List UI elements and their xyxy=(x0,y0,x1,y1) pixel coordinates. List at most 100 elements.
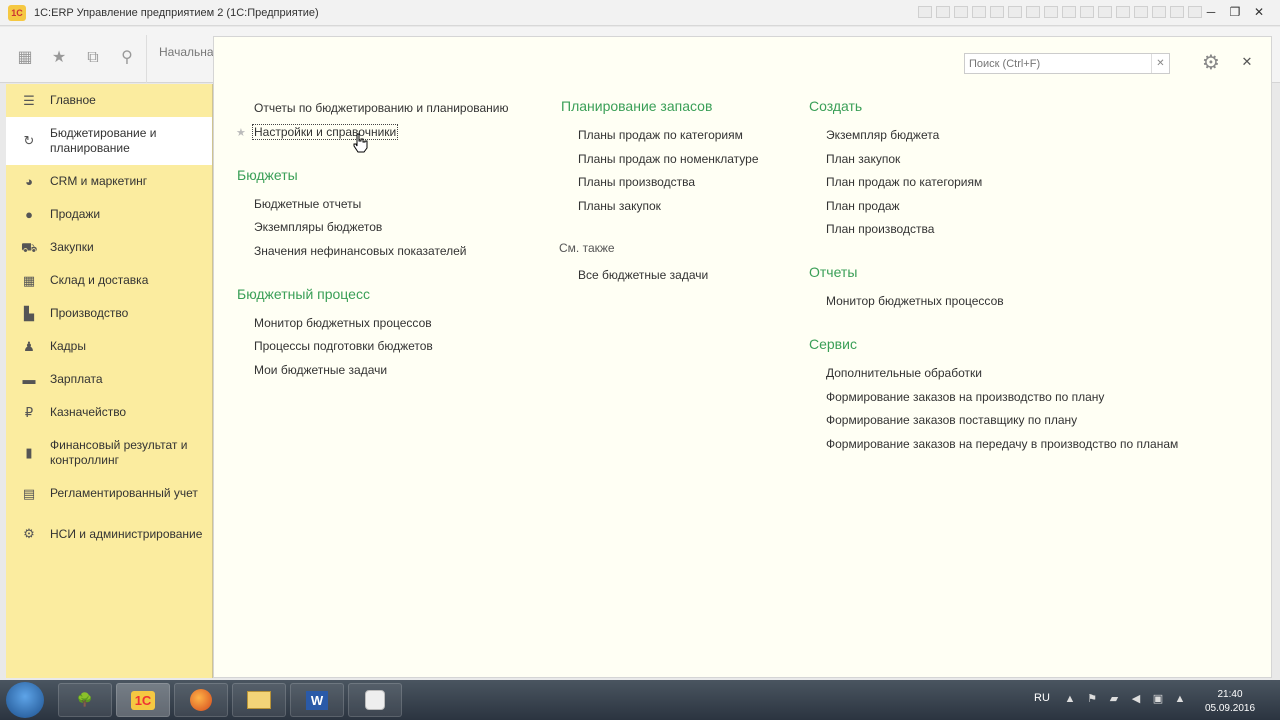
section-create: Создать xyxy=(809,98,863,114)
link-budget-process-monitor[interactable]: Монитор бюджетных процессов xyxy=(254,316,432,330)
taskbar-app-1c-icon[interactable]: 1С xyxy=(116,683,170,717)
sidebar-item-budgeting[interactable]: ↻ Бюджетирование и планирование xyxy=(6,117,212,165)
tool-icon[interactable] xyxy=(1080,6,1094,18)
link-create-sales-plan[interactable]: План продаж xyxy=(826,199,900,213)
clock-date: 05.09.2016 xyxy=(1204,703,1256,714)
sidebar-item-salary[interactable]: ▬ Зарплата xyxy=(6,363,212,396)
link-nonfinancial-values[interactable]: Значения нефинансовых показателей xyxy=(254,244,466,258)
tool-icon[interactable] xyxy=(1152,6,1166,18)
start-button-icon[interactable] xyxy=(6,682,44,718)
cart-icon: ⛟ xyxy=(21,239,38,255)
sidebar-item-label: Кадры xyxy=(50,339,86,353)
sidebar-item-label: Склад и доставка xyxy=(50,273,149,287)
link-purchase-plans[interactable]: Планы закупок xyxy=(578,199,661,213)
sidebar-item-label: Бюджетирование и планирование xyxy=(50,126,157,155)
search-icon[interactable]: ⚲ xyxy=(118,49,136,67)
link-settings-directories[interactable]: Настройки и справочники xyxy=(252,124,399,140)
1c-logo-icon: 1С xyxy=(8,4,26,21)
sidebar-item-finance[interactable]: ▮ Финансовый результат и контроллинг xyxy=(6,429,212,477)
tool-icon[interactable] xyxy=(972,6,986,18)
link-supplier-orders-plan[interactable]: Формирование заказов поставщику по плану xyxy=(826,413,1077,427)
tool-icon[interactable] xyxy=(1008,6,1022,18)
link-budget-reports-list[interactable]: Бюджетные отчеты xyxy=(254,197,361,211)
link-create-production-plan[interactable]: План производства xyxy=(826,222,934,236)
link-budget-reports[interactable]: Отчеты по бюджетированию и планированию xyxy=(254,101,509,115)
link-create-budget-instance[interactable]: Экземпляр бюджета xyxy=(826,128,939,142)
tool-icon[interactable] xyxy=(1170,6,1184,18)
sidebar-item-label: Производство xyxy=(50,306,129,320)
settings-gear-icon[interactable]: ⚙ xyxy=(1199,51,1223,75)
taskbar-app-tree-icon[interactable]: 🌳 xyxy=(58,683,112,717)
sidebar-item-sales[interactable]: ● Продажи xyxy=(6,198,212,231)
clear-search-icon[interactable]: ✕ xyxy=(1151,54,1169,73)
sidebar-item-production[interactable]: ▙ Производство xyxy=(6,297,212,330)
sidebar-item-staff[interactable]: ♟ Кадры xyxy=(6,330,212,363)
taskbar-app-firefox-icon[interactable] xyxy=(174,683,228,717)
sidebar-item-label: Регламентированный учет xyxy=(50,486,198,500)
link-sales-plans-categories[interactable]: Планы продаж по категориям xyxy=(578,128,743,142)
see-also-label: См. также xyxy=(559,241,615,255)
link-my-budget-tasks[interactable]: Мои бюджетные задачи xyxy=(254,363,387,377)
favorite-star-icon[interactable]: ★ xyxy=(236,126,246,139)
tool-icon[interactable] xyxy=(1062,6,1076,18)
window-title: 1С:ERP Управление предприятием 2 (1С:Пре… xyxy=(34,6,319,19)
sidebar-item-admin[interactable]: ⚙ НСИ и администрирование xyxy=(6,510,212,558)
tray-drive-icon[interactable]: ▲ xyxy=(1173,692,1187,706)
accounting-icon: ▤ xyxy=(22,485,36,501)
warehouse-icon: ▦ xyxy=(22,272,36,288)
sidebar-item-crm[interactable]: ◕ CRM и маркетинг xyxy=(6,165,212,198)
sidebar-item-label: CRM и маркетинг xyxy=(50,174,148,188)
tool-icon[interactable] xyxy=(1044,6,1058,18)
link-budget-preparation[interactable]: Процессы подготовки бюджетов xyxy=(254,339,433,353)
window-titlebar: 1С 1С:ERP Управление предприятием 2 (1С:… xyxy=(0,0,1280,26)
close-icon[interactable]: ✕ xyxy=(1248,3,1270,21)
minimize-icon[interactable]: ─ xyxy=(1200,3,1222,21)
tray-device-icon[interactable]: ▣ xyxy=(1151,692,1165,706)
link-all-budget-tasks[interactable]: Все бюджетные задачи xyxy=(578,268,708,282)
tool-icon[interactable] xyxy=(1098,6,1112,18)
link-create-purchase-plan[interactable]: План закупок xyxy=(826,152,900,166)
search-input[interactable] xyxy=(965,54,1149,73)
link-reports-monitor[interactable]: Монитор бюджетных процессов xyxy=(826,294,1004,308)
tray-volume-icon[interactable]: ◀ xyxy=(1129,692,1143,706)
sections-sidebar: ☰ Главное ↻ Бюджетирование и планировани… xyxy=(6,84,213,678)
budget-icon: ↻ xyxy=(23,133,35,148)
system-clock[interactable]: 21:40 05.09.2016 xyxy=(1200,688,1260,716)
taskbar-app-word-icon[interactable]: W xyxy=(290,683,344,717)
apps-grid-icon[interactable]: ▦ xyxy=(16,49,34,67)
taskbar-app-explorer-icon[interactable] xyxy=(232,683,286,717)
tray-expand-icon[interactable]: ▲ xyxy=(1063,692,1077,706)
link-additional-processing[interactable]: Дополнительные обработки xyxy=(826,366,982,380)
tool-icon[interactable] xyxy=(1026,6,1040,18)
taskbar-app-paint-icon[interactable] xyxy=(348,683,402,717)
tool-icon[interactable] xyxy=(936,6,950,18)
sidebar-item-label: Главное xyxy=(50,93,96,107)
salary-icon: ▬ xyxy=(22,371,36,387)
tool-icon[interactable] xyxy=(1116,6,1130,18)
sidebar-item-purchases[interactable]: ⛟ Закупки xyxy=(6,231,212,264)
sidebar-item-main[interactable]: ☰ Главное xyxy=(6,84,212,117)
favorites-star-icon[interactable]: ★ xyxy=(50,49,68,67)
sidebar-item-label: Финансовый результат и контроллинг xyxy=(50,438,188,467)
tray-flag-icon[interactable]: ⚑ xyxy=(1085,692,1099,706)
link-create-sales-plan-categories[interactable]: План продаж по категориям xyxy=(826,175,982,189)
finance-chart-icon: ▮ xyxy=(25,445,33,460)
link-production-orders-plan[interactable]: Формирование заказов на производство по … xyxy=(826,390,1104,404)
link-budget-instances[interactable]: Экземпляры бюджетов xyxy=(254,220,382,234)
sidebar-item-treasury[interactable]: ₽ Казначейство xyxy=(6,396,212,429)
sidebar-item-warehouse[interactable]: ▦ Склад и доставка xyxy=(6,264,212,297)
tool-icon[interactable] xyxy=(990,6,1004,18)
link-sales-plans-items[interactable]: Планы продаж по номенклатуре xyxy=(578,152,759,166)
link-transfer-orders-plan[interactable]: Формирование заказов на передачу в произ… xyxy=(826,437,1178,451)
link-production-plans[interactable]: Планы производства xyxy=(578,175,695,189)
tool-icon[interactable] xyxy=(954,6,968,18)
tool-icon[interactable] xyxy=(1134,6,1148,18)
tool-icon[interactable] xyxy=(918,6,932,18)
restore-icon[interactable]: ❐ xyxy=(1224,3,1246,21)
sidebar-item-accounting[interactable]: ▤ Регламентированный учет xyxy=(6,477,212,510)
tray-network-icon[interactable]: ▰ xyxy=(1107,692,1121,706)
hand-cursor-icon xyxy=(353,133,368,153)
history-icon[interactable]: ⧉ xyxy=(84,49,102,67)
language-indicator[interactable]: RU xyxy=(1034,692,1050,704)
close-panel-icon[interactable]: ✕ xyxy=(1238,53,1256,71)
